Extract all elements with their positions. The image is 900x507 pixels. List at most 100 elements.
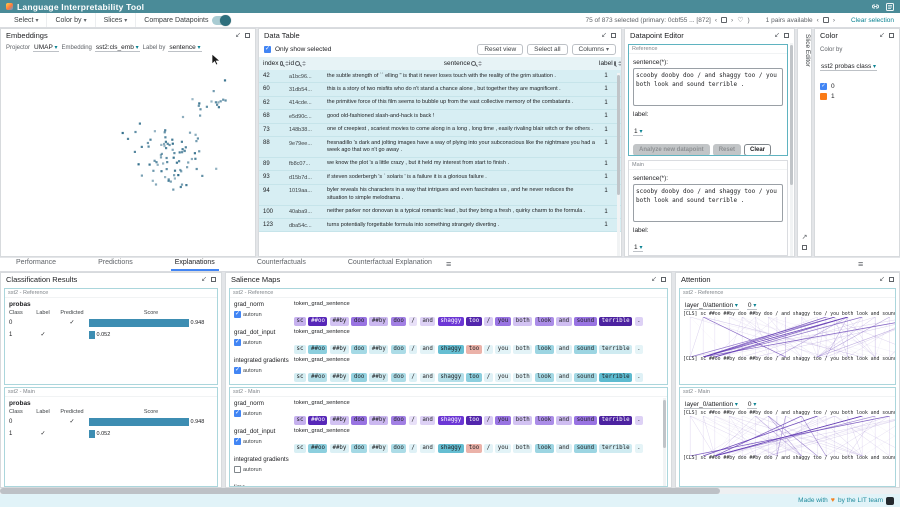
table-row[interactable]: 93d15b7d...if steven soderbergh 's ` sol… bbox=[259, 171, 621, 184]
embeddings-scatterplot[interactable] bbox=[4, 54, 256, 254]
salience-token[interactable]: shaggy bbox=[438, 444, 464, 453]
salience-token[interactable]: . bbox=[635, 416, 644, 425]
table-row[interactable]: 62414cde...the primitive force of this f… bbox=[259, 97, 621, 110]
salience-token[interactable]: terrible bbox=[599, 317, 632, 326]
salience-token[interactable]: / bbox=[484, 317, 493, 326]
salience-token[interactable]: both bbox=[513, 345, 532, 354]
next-pair-icon[interactable]: › bbox=[833, 17, 835, 24]
column-header-id[interactable]: id bbox=[289, 60, 327, 67]
label-select[interactable]: 1 ▾ bbox=[633, 128, 643, 136]
salience-token[interactable]: sound bbox=[574, 345, 596, 354]
salience-token[interactable]: sound bbox=[574, 444, 596, 453]
salience-token[interactable]: and bbox=[556, 444, 571, 453]
table-row[interactable]: 42a1bc96...the subtle strength of `` ell… bbox=[259, 70, 621, 83]
minimize-icon[interactable]: ↙ bbox=[879, 32, 885, 39]
salience-token[interactable]: shaggy bbox=[438, 373, 464, 382]
maximize-icon[interactable] bbox=[661, 277, 666, 282]
salience-token[interactable]: / bbox=[484, 373, 493, 382]
minimize-icon[interactable]: ↙ bbox=[601, 32, 607, 39]
salience-token[interactable]: ##by bbox=[369, 373, 388, 382]
column-header-sentence[interactable]: sentence bbox=[327, 60, 599, 67]
salience-token[interactable]: and bbox=[420, 444, 435, 453]
salience-token[interactable]: and bbox=[420, 416, 435, 425]
salience-token[interactable]: ##oo bbox=[308, 444, 327, 453]
salience-token[interactable]: you bbox=[495, 345, 510, 354]
select-all-button[interactable]: Select all bbox=[527, 44, 567, 55]
columns-button[interactable]: Columns ▾ bbox=[572, 44, 616, 55]
salience-token[interactable]: look bbox=[535, 373, 554, 382]
salience-token[interactable]: too bbox=[466, 345, 481, 354]
salience-token[interactable]: sc bbox=[294, 317, 306, 326]
github-icon[interactable] bbox=[886, 497, 894, 505]
salience-token[interactable]: doo bbox=[351, 444, 366, 453]
salience-token[interactable]: and bbox=[556, 317, 571, 326]
label-select[interactable]: 1 ▾ bbox=[633, 244, 643, 252]
salience-token[interactable]: / bbox=[409, 317, 418, 326]
autorun-checkbox[interactable]: ✓ bbox=[234, 367, 241, 374]
tab-counterfactual-explanation[interactable]: Counterfactual Explanation bbox=[344, 257, 436, 271]
salience-token[interactable]: doo bbox=[391, 345, 406, 354]
salience-token[interactable]: and bbox=[556, 345, 571, 354]
search-icon[interactable] bbox=[295, 61, 300, 66]
minimize-icon[interactable]: ↙ bbox=[235, 32, 241, 39]
salience-token[interactable]: and bbox=[420, 345, 435, 354]
tab-predictions[interactable]: Predictions bbox=[94, 257, 137, 271]
head-select[interactable]: 0 ▾ bbox=[747, 302, 757, 310]
analyze-new-datapoint-button[interactable]: Analyze new datapoint bbox=[633, 144, 710, 156]
salience-token[interactable]: sc bbox=[294, 444, 306, 453]
maximize-icon[interactable] bbox=[784, 33, 789, 38]
salience-token[interactable]: look bbox=[535, 416, 554, 425]
salience-token[interactable]: too bbox=[466, 444, 481, 453]
search-icon[interactable] bbox=[280, 61, 283, 66]
clear-selection-link[interactable]: Clear selection bbox=[851, 17, 894, 24]
salience-token[interactable]: and bbox=[420, 317, 435, 326]
search-icon[interactable] bbox=[471, 61, 476, 66]
head-select[interactable]: 0 ▾ bbox=[747, 401, 757, 409]
salience-token[interactable]: sc bbox=[294, 373, 306, 382]
splitter-drag-handle[interactable]: ≡ bbox=[446, 260, 451, 269]
minimize-icon[interactable]: ↙ bbox=[774, 32, 780, 39]
table-row[interactable]: 889e79ee...fresnadillo 's dark and jolti… bbox=[259, 137, 621, 158]
salience-token[interactable]: both bbox=[513, 373, 532, 382]
expand-icon[interactable]: ↗ bbox=[802, 234, 808, 241]
salience-token[interactable]: sc bbox=[294, 416, 306, 425]
autorun-checkbox[interactable]: ✓ bbox=[234, 438, 241, 445]
salience-token[interactable]: sc bbox=[294, 345, 306, 354]
autorun-checkbox[interactable]: ✓ bbox=[234, 410, 241, 417]
data-table-scrollbar[interactable] bbox=[617, 73, 620, 256]
salience-token[interactable]: ##by bbox=[369, 444, 388, 453]
salience-token[interactable]: shaggy bbox=[438, 345, 464, 354]
documentation-icon[interactable] bbox=[886, 3, 894, 11]
salience-token[interactable]: doo bbox=[391, 317, 406, 326]
sentence-input[interactable]: scooby dooby doo / and shaggy too / you … bbox=[633, 68, 783, 106]
salience-token[interactable]: / bbox=[409, 373, 418, 382]
salience-token[interactable]: sound bbox=[574, 317, 596, 326]
salience-token[interactable]: ##oo bbox=[308, 317, 327, 326]
salience-token[interactable]: shaggy bbox=[438, 416, 464, 425]
salience-token[interactable]: too bbox=[466, 317, 481, 326]
table-row[interactable]: 68e5d90c...good old-fashioned slash-and-… bbox=[259, 110, 621, 123]
salience-token[interactable]: both bbox=[513, 416, 532, 425]
salience-token[interactable]: / bbox=[409, 345, 418, 354]
salience-token[interactable]: look bbox=[535, 345, 554, 354]
clear-button[interactable]: Clear bbox=[744, 144, 771, 156]
salience-scrollbar[interactable] bbox=[663, 398, 666, 486]
salience-token[interactable]: ##by bbox=[369, 416, 388, 425]
reset-view-button[interactable]: Reset view bbox=[477, 44, 523, 55]
salience-token[interactable]: ##oo bbox=[308, 345, 327, 354]
salience-token[interactable]: / bbox=[409, 416, 418, 425]
salience-token[interactable]: look bbox=[535, 444, 554, 453]
minimize-icon[interactable]: ↙ bbox=[201, 276, 207, 283]
salience-token[interactable]: terrible bbox=[599, 444, 632, 453]
salience-token[interactable]: / bbox=[409, 444, 418, 453]
salience-token[interactable]: doo bbox=[351, 373, 366, 382]
tab-performance[interactable]: Performance bbox=[12, 257, 60, 271]
select-menu[interactable]: Select ▾ bbox=[6, 13, 47, 27]
salience-token[interactable]: ##by bbox=[369, 345, 388, 354]
labelby-select[interactable]: sentence ▾ bbox=[168, 44, 201, 52]
projector-select[interactable]: UMAP ▾ bbox=[33, 44, 59, 52]
favorite-icon[interactable]: ♡ bbox=[737, 16, 743, 24]
salience-token[interactable]: . bbox=[635, 444, 644, 453]
pin-datapoint-icon[interactable] bbox=[721, 17, 727, 23]
share-link-icon[interactable] bbox=[871, 3, 880, 10]
